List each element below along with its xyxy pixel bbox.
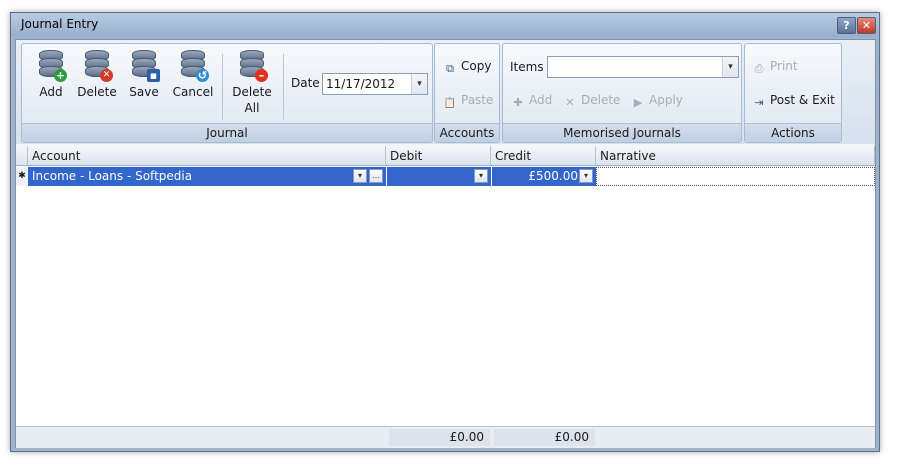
copy-button-label: Copy (461, 59, 492, 73)
database-save-icon: ▪ (130, 50, 160, 82)
memorised-add-label: Add (529, 93, 553, 107)
cancel-button-label: Cancel (172, 85, 214, 99)
post-exit-icon: ⇥ (754, 96, 764, 109)
delete-icon: ✕ (565, 96, 575, 109)
database-add-icon: + (37, 50, 67, 82)
chevron-down-icon[interactable]: ▾ (579, 169, 593, 183)
items-dropdown[interactable]: ▾ (547, 56, 739, 78)
save-button[interactable]: ▪ Save (121, 50, 167, 100)
date-label: Date (291, 76, 320, 90)
table-row[interactable]: ✱ Income - Loans - Softpedia ▾ … ▾ £500.… (16, 167, 875, 186)
account-cell[interactable]: Income - Loans - Softpedia ▾ … (28, 167, 386, 186)
account-column-header[interactable]: Account (28, 146, 386, 166)
actions-group: ⎙ Print ⇥ Post & Exit Actions (744, 43, 842, 143)
close-button[interactable]: ✕ (857, 17, 876, 34)
totals-footer: £0.00 £0.00 (16, 426, 875, 448)
chevron-down-icon[interactable]: ▾ (722, 57, 738, 77)
window-title: Journal Entry (21, 17, 99, 31)
items-label: Items (510, 60, 544, 74)
print-icon: ⎙ (754, 62, 764, 75)
title-bar[interactable]: Journal Entry ? ✕ (11, 13, 879, 37)
print-button[interactable]: ⎙ Print (752, 56, 798, 76)
ribbon: + Add ✕ Delete ▪ Save ↺ Cancel – Delete … (16, 40, 875, 144)
client-area: + Add ✕ Delete ▪ Save ↺ Cancel – Delete … (15, 39, 876, 448)
delete-button[interactable]: ✕ Delete (74, 50, 120, 100)
apply-icon: ▶ (633, 96, 643, 109)
account-value: Income - Loans - Softpedia (32, 169, 193, 183)
memorised-add-button[interactable]: ✚ Add (511, 90, 552, 110)
database-delete-icon: ✕ (83, 50, 113, 82)
copy-button[interactable]: ⧉ Copy (443, 56, 491, 76)
journal-entry-window: Journal Entry ? ✕ + Add ✕ Delete ▪ Save … (10, 12, 880, 452)
add-button-label: Add (39, 85, 63, 99)
database-cancel-icon: ↺ (179, 50, 209, 82)
paste-button[interactable]: 📋 Paste (443, 90, 494, 110)
delete-all-button-label-line1: Delete (232, 85, 272, 99)
credit-value: £500.00 (528, 169, 578, 183)
memorised-journals-group: Items ▾ ✚ Add ✕ Delete ▶ Apply Memorised Jo… (502, 43, 742, 143)
row-indicator-header (16, 146, 28, 166)
items-value (548, 60, 551, 74)
add-icon: ✚ (513, 96, 523, 109)
debit-cell[interactable]: ▾ (386, 167, 491, 186)
narrative-cell[interactable] (596, 167, 875, 186)
chevron-down-icon[interactable]: ▾ (474, 169, 488, 183)
separator (222, 54, 223, 120)
journal-group: + Add ✕ Delete ▪ Save ↺ Cancel – Delete … (21, 43, 433, 143)
chevron-down-icon[interactable]: ▾ (353, 169, 367, 183)
save-button-label: Save (129, 85, 159, 99)
delete-all-button-label-line2: All (244, 101, 260, 115)
date-field[interactable]: 11/17/2012 ▾ (322, 73, 428, 95)
database-delete-all-icon: – (238, 50, 268, 82)
memorised-apply-label: Apply (649, 93, 683, 107)
chevron-down-icon[interactable]: ▾ (411, 74, 427, 94)
post-exit-button[interactable]: ⇥ Post & Exit (752, 90, 835, 110)
accounts-group-label: Accounts (435, 123, 499, 142)
credit-column-header[interactable]: Credit (491, 146, 596, 166)
actions-group-label: Actions (745, 123, 841, 142)
paste-icon: 📋 (443, 98, 457, 109)
help-button[interactable]: ? (837, 17, 856, 34)
memorised-apply-button[interactable]: ▶ Apply (631, 90, 683, 110)
post-exit-button-label: Post & Exit (770, 93, 835, 107)
credit-cell[interactable]: £500.00 ▾ (491, 167, 596, 186)
copy-icon: ⧉ (446, 62, 454, 75)
new-row-marker: ✱ (16, 167, 28, 186)
memorised-delete-label: Delete (581, 93, 621, 107)
separator (283, 54, 284, 120)
add-button[interactable]: + Add (28, 50, 74, 100)
memorised-journals-group-label: Memorised Journals (503, 123, 741, 142)
narrative-column-header[interactable]: Narrative (596, 146, 875, 166)
journal-grid: Account Debit Credit Narrative ✱ Income … (16, 146, 875, 426)
memorised-delete-button[interactable]: ✕ Delete (563, 90, 620, 110)
cancel-button[interactable]: ↺ Cancel (170, 50, 216, 100)
paste-button-label: Paste (461, 93, 494, 107)
date-value: 11/17/2012 (326, 77, 396, 91)
debit-column-header[interactable]: Debit (386, 146, 491, 166)
accounts-group: ⧉ Copy 📋 Paste Accounts (434, 43, 500, 143)
delete-all-button[interactable]: – Delete All (229, 50, 275, 116)
debit-total: £0.00 (389, 429, 490, 446)
credit-total: £0.00 (494, 429, 595, 446)
print-button-label: Print (770, 59, 798, 73)
journal-group-label: Journal (22, 123, 432, 142)
ellipsis-icon[interactable]: … (369, 169, 383, 183)
delete-button-label: Delete (77, 85, 117, 99)
